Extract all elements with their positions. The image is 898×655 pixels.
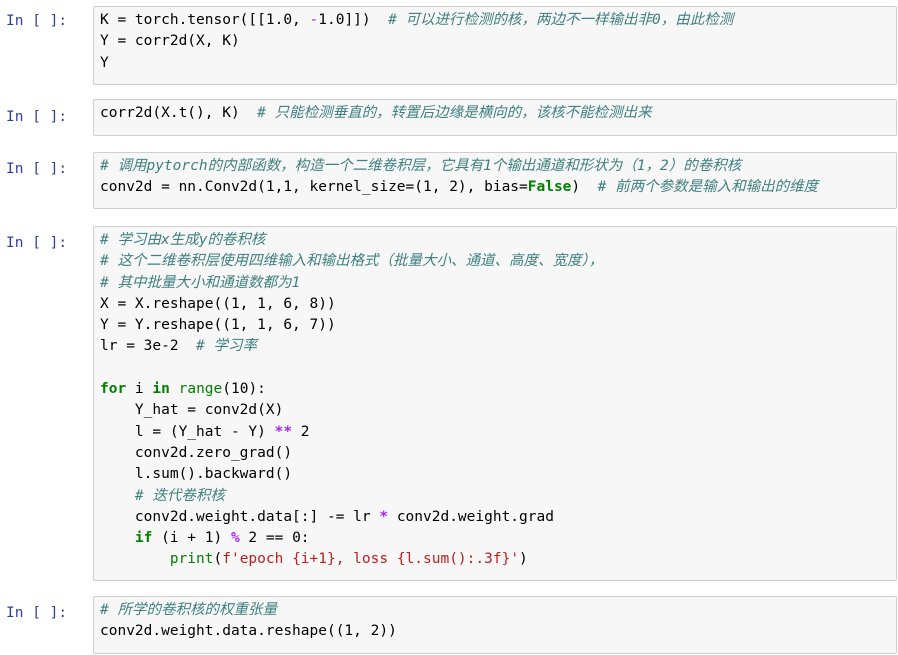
cell-prompt: In [ ]: (6, 161, 68, 177)
code-token: K = torch.tensor([[1.0, (100, 12, 310, 28)
code-token: conv2d.zero_grad() (100, 444, 293, 461)
code-line: print(f'epoch {i+1}, loss {l.sum():.3f}'… (100, 549, 896, 570)
code-token: Y_hat = conv2d(X) (100, 402, 284, 419)
code-token: print (169, 551, 214, 568)
code-line: Y_hat = conv2d(X) (100, 400, 896, 421)
code-token: X = X.reshape((1, 1, 6, 8)) (100, 295, 336, 312)
code-editor-cell-4[interactable]: # 学习由x生成y的卷积核 # 这个二维卷积层使用四维输入和输出格式（批量大小、通… (93, 226, 897, 581)
code-line: Y (100, 53, 896, 74)
code-token: corr2d(X.t(), K) (100, 105, 258, 121)
code-comment: # 其中批量大小和通道数都为1 (100, 274, 301, 291)
code-token: for (100, 381, 127, 398)
code-token: 2 == 0: (239, 530, 310, 547)
code-token: conv2d.weight.data[:] -= lr (100, 508, 380, 525)
code-token: Y (100, 54, 109, 71)
code-token: conv2d.weight.grad (388, 508, 554, 525)
code-comment: # 学习由x生成y的卷积核 (100, 232, 266, 248)
code-token: ** (274, 423, 293, 440)
code-comment: # 前两个参数是输入和输出的维度 (597, 179, 819, 196)
code-token: range (178, 381, 223, 398)
code-line: Y = Y.reshape((1, 1, 6, 7)) (100, 315, 896, 336)
code-token: (10): (222, 381, 266, 398)
code-token: % (230, 530, 240, 547)
code-token: 1.0]]) (318, 12, 389, 28)
code-line: Y = corr2d(X, K) (100, 31, 896, 52)
code-token: Y = corr2d(X, K) (100, 33, 240, 50)
code-line: l.sum().backward() (100, 464, 896, 485)
code-comment: # 这个二维卷积层使用四维输入和输出格式（批量大小、通道、高度、宽度）， (100, 253, 604, 270)
code-line: l = (Y_hat - Y) ** 2 (100, 422, 896, 443)
code-comment: # 调用pytorch的内部函数，构造一个二维卷积层，它具有1个输出通道和形状为… (100, 158, 742, 174)
code-token: 2 (292, 423, 310, 440)
code-comment: # 可以进行检测的核，两边不一样输出非0，由此检测 (388, 12, 734, 28)
code-token: i (126, 381, 153, 398)
code-token: in (152, 381, 170, 398)
code-comment: # 学习率 (196, 338, 257, 355)
code-token: l = (Y_hat - Y) (100, 423, 275, 440)
code-line: conv2d.zero_grad() (100, 443, 896, 464)
code-line: corr2d(X.t(), K) # 只能检测垂直的，转置后边缘是横向的，该核不… (100, 103, 896, 124)
code-line: # 迭代卷积核 (100, 486, 896, 507)
code-token: ( (213, 551, 223, 568)
cell-prompt: In [ ]: (6, 605, 68, 621)
code-token: if (134, 530, 153, 547)
code-token: f'epoch {i+1}, loss {l.sum():.3f}' (222, 551, 520, 568)
code-token: False (527, 179, 572, 196)
code-token: - (309, 12, 319, 28)
code-line: conv2d.weight.data[:] -= lr * conv2d.wei… (100, 507, 896, 528)
code-line: conv2d.weight.data.reshape((1, 2)) (100, 621, 896, 642)
code-editor-cell-2[interactable]: corr2d(X.t(), K) # 只能检测垂直的，转置后边缘是横向的，该核不… (93, 99, 897, 136)
code-line: # 学习由x生成y的卷积核 (100, 230, 896, 251)
code-line: # 所学的卷积核的权重张量 (100, 600, 896, 621)
code-token: conv2d = nn.Conv2d(1,1, kernel_size=(1, … (100, 179, 528, 196)
code-editor-cell-1[interactable]: K = torch.tensor([[1.0, -1.0]]) # 可以进行检测… (93, 6, 897, 85)
code-line: conv2d = nn.Conv2d(1,1, kernel_size=(1, … (100, 177, 896, 198)
code-token: lr = 3e-2 (100, 338, 197, 355)
cell-prompt: In [ ]: (6, 13, 68, 29)
code-line: K = torch.tensor([[1.0, -1.0]]) # 可以进行检测… (100, 10, 896, 31)
code-token: ) (571, 179, 598, 196)
code-line: for i in range(10): (100, 379, 896, 400)
code-line: if (i + 1) % 2 == 0: (100, 528, 896, 549)
code-token: (i + 1) (152, 530, 231, 547)
code-comment: # 迭代卷积核 (134, 487, 225, 504)
code-line: X = X.reshape((1, 1, 6, 8)) (100, 294, 896, 315)
code-token: conv2d.weight.data.reshape((1, 2)) (100, 623, 397, 640)
code-token: ) (519, 551, 528, 568)
code-comment: # 只能检测垂直的，转置后边缘是横向的，该核不能检测出来 (257, 105, 652, 121)
code-editor-cell-3[interactable]: # 调用pytorch的内部函数，构造一个二维卷积层，它具有1个输出通道和形状为… (93, 152, 897, 209)
code-editor-cell-5[interactable]: # 所学的卷积核的权重张量 conv2d.weight.data.reshape(… (93, 596, 897, 654)
code-line: # 其中批量大小和通道数都为1 (100, 273, 896, 294)
code-line: # 调用pytorch的内部函数，构造一个二维卷积层，它具有1个输出通道和形状为… (100, 156, 896, 177)
code-line: # 这个二维卷积层使用四维输入和输出格式（批量大小、通道、高度、宽度）， (100, 251, 896, 272)
code-token: * (379, 508, 389, 525)
code-token: l.sum().backward() (100, 466, 293, 483)
code-token: Y = Y.reshape((1, 1, 6, 7)) (100, 317, 336, 334)
code-comment: # 所学的卷积核的权重张量 (100, 602, 277, 618)
cell-prompt: In [ ]: (6, 235, 68, 251)
cell-prompt: In [ ]: (6, 109, 68, 125)
code-line: lr = 3e-2 # 学习率 (100, 336, 896, 357)
